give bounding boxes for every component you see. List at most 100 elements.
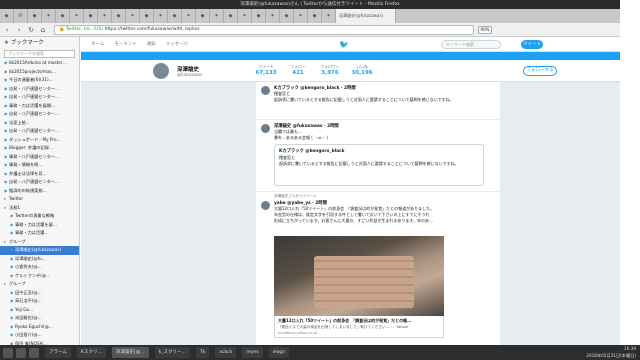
bookmark-item[interactable]: ◆ 小倉秀夫(@… <box>0 263 79 272</box>
tab-icon[interactable]: ✦ <box>238 9 252 23</box>
taskbar-item[interactable]: xlogo <box>268 347 289 358</box>
bookmark-item[interactable]: ◆ 臨濟的の純規実務… <box>0 187 79 196</box>
bookmark-item[interactable]: ◆ ゲルトフンデ(@… <box>0 272 79 281</box>
tab-icon[interactable]: ◆ <box>56 9 70 23</box>
tab-icon[interactable]: ✦ <box>126 9 140 23</box>
zoom-level[interactable]: 90% <box>478 25 492 34</box>
bookmark-item[interactable]: ◆ Ryoko Eguchi(@… <box>0 323 79 332</box>
stat-following[interactable]: フォロー 411 <box>283 64 313 76</box>
tab-icon[interactable]: ◆ <box>280 9 294 23</box>
bookmark-item[interactable]: ◆ 田中正吾(@… <box>0 289 79 298</box>
bookmark-item[interactable]: ◆ 米田雅也(@… <box>0 314 79 323</box>
link-card[interactable]: 大量12口入れ『50ツイート』の前身会 「調査況は的が発覚」だとの報… 「発送ミ… <box>274 316 444 338</box>
bookmark-item[interactable]: ◆ ダッシュボード - My Pro… <box>0 136 79 145</box>
app-icon[interactable] <box>29 347 39 358</box>
bookmark-item[interactable]: ◆ Twitterの漁業な戦略 <box>0 212 79 221</box>
stat-followers[interactable]: フォロワー 3,976 <box>315 64 345 76</box>
tab-icon[interactable]: ◆ <box>28 9 42 23</box>
bookmark-item[interactable]: ◆ 深澤諭史(@fu… <box>0 255 79 264</box>
tab-icon[interactable]: ◆ <box>112 9 126 23</box>
bookmark-item[interactable]: ◆ 小田島介(@… <box>0 331 79 340</box>
bookmark-item[interactable]: ◆ 法案上統… <box>0 119 79 128</box>
taskbar-item[interactable]: reyes <box>242 347 263 358</box>
clock[interactable]: 16:39 2018年05月31日(木曜日) <box>586 345 636 360</box>
bookmark-folder[interactable]: ▸ グループ <box>0 280 79 289</box>
tab-icon[interactable]: ◆ <box>224 9 238 23</box>
tab-icon[interactable]: ✉ <box>14 9 28 23</box>
bookmark-item[interactable]: ◆ kb2015projects/mas… <box>0 68 79 77</box>
avatar[interactable] <box>261 201 270 210</box>
avatar[interactable] <box>261 124 270 133</box>
bookmark-item[interactable]: ◆ 高石浩平(@… <box>0 297 79 306</box>
tab-icon[interactable]: ✦ <box>322 9 336 23</box>
taskbar-item[interactable]: k_スクリー… <box>154 347 190 358</box>
tab-icon[interactable]: ✦ <box>154 9 168 23</box>
quoted-tweet[interactable]: Kカブラック @kengoro_black 捜査官と 起訴状に書いているとする報… <box>274 144 484 186</box>
bookmark-folder[interactable]: ▸ グループ <box>0 238 79 247</box>
bookmark-folder[interactable]: ▸ 法務1 <box>0 204 79 213</box>
tab-icon[interactable]: ◆ <box>168 9 182 23</box>
forward-icon[interactable]: › <box>14 25 24 35</box>
tab-icon[interactable]: ✦ <box>70 9 84 23</box>
nav-home[interactable]: ホーム <box>91 41 104 47</box>
stat-likes[interactable]: いいね 30,196 <box>347 64 377 76</box>
bookmark-item[interactable]: ◆ Yoji Go… <box>0 306 79 315</box>
bookmark-item[interactable]: ◆ 事務・情報を問… <box>0 161 79 170</box>
bookmark-folder[interactable]: ▸ Twitter <box>0 195 79 204</box>
follow-button[interactable]: フォローする <box>523 66 557 76</box>
app-icon[interactable] <box>16 347 26 358</box>
tab-icon[interactable]: ✦ <box>266 9 280 23</box>
bookmark-item[interactable]: ◆ 今日の連載者(6)(31)… <box>0 76 79 85</box>
start-menu-icon[interactable] <box>3 347 13 358</box>
back-icon[interactable]: ‹ <box>2 25 12 35</box>
home-icon[interactable]: ⌂ <box>38 25 48 35</box>
taskbar-item[interactable]: アラーム <box>45 347 71 358</box>
bookmark-item[interactable]: ◆ 自発・八戸連盟センター… <box>0 93 79 102</box>
bookmark-item[interactable]: ◆ 事務・力は活躍を展開… <box>0 102 79 111</box>
bookmark-search-input[interactable]: ブックマークを検索 <box>4 50 75 58</box>
tab-icon[interactable]: ◆ <box>308 9 322 23</box>
avatar[interactable] <box>153 63 169 79</box>
tab-icon[interactable]: ◆ <box>252 9 266 23</box>
bookmark-item[interactable]: ◆ 事務・力は活躍を展… <box>0 221 79 230</box>
twitter-bird-icon[interactable]: 🐦 <box>339 40 349 49</box>
tweet-button[interactable]: ツイート <box>521 40 543 49</box>
bookmark-item[interactable]: ◆ 自発・八戸連盟センター… <box>0 85 79 94</box>
bookmark-item[interactable]: ◆ 事務・八戸連盟センター… <box>0 153 79 162</box>
taskbar-item[interactable]: Tk <box>195 347 210 358</box>
tweet[interactable]: 深澤諭史さんがリツイート yabe @yabe_ys · 2時間 大量12口入れ… <box>256 192 500 345</box>
tab-active[interactable]: 深澤諭史(@fukazawas) <box>336 9 396 23</box>
tab-icon[interactable]: ✦ <box>182 9 196 23</box>
bookmark-label: ダッシュボード - My Pro… <box>9 136 61 142</box>
nav-messages[interactable]: メッセージ <box>166 41 188 47</box>
stat-tweets[interactable]: ツイート 67,133 <box>251 64 281 76</box>
tab-icon[interactable]: ✦ <box>98 9 112 23</box>
bookmark-item[interactable]: ◆ 自発・八戸連盟センター… <box>0 178 79 187</box>
tweet-image[interactable] <box>274 236 444 316</box>
tab-icon[interactable]: ◆ <box>0 9 14 23</box>
tab-icon[interactable]: ✦ <box>294 9 308 23</box>
avatar[interactable] <box>261 86 270 95</box>
taskbar-item[interactable]: Kスクリ… <box>76 347 106 358</box>
tab-icon[interactable]: ◆ <box>140 9 154 23</box>
reload-icon[interactable]: ↻ <box>26 25 36 35</box>
tab-icon[interactable]: ◆ <box>196 9 210 23</box>
url-bar[interactable]: 🔒 Twitter, Inc. (US) https://twitter.com… <box>54 24 474 35</box>
nav-moments[interactable]: モーメント <box>114 41 136 47</box>
nav-notifications[interactable]: 通知 <box>147 41 156 47</box>
tab-icon[interactable]: ✦ <box>42 9 56 23</box>
tab-icon[interactable]: ◆ <box>84 9 98 23</box>
twitter-search-input[interactable]: キーワード検索 <box>441 40 501 49</box>
taskbar-item[interactable]: xcbck <box>215 347 237 358</box>
tweet[interactable]: Kカブラック @kengoro_black · 2時間 捜査官と 起訴状に書いて… <box>256 82 500 120</box>
bookmark-item[interactable]: ◆ 自発・八戸連盟センター… <box>0 127 79 136</box>
bookmark-item[interactable]: ◆ kb2015Arduino at master… <box>0 59 79 68</box>
taskbar-item[interactable]: 深澤諭史(@… <box>111 347 149 358</box>
bookmark-item[interactable]: ◆ 事務・力は活躍… <box>0 229 79 238</box>
bookmark-item[interactable]: ◆ 深澤諭史(@fukazawas) <box>0 246 79 255</box>
bookmark-item[interactable]: ◆ 弁護士は法律を見… <box>0 170 79 179</box>
bookmark-item[interactable]: ◆ 自発・八戸連盟センター… <box>0 110 79 119</box>
tweet[interactable]: 深澤諭史 @fukazawas · 2時間 当職では最も… 愚を…あるある会報 … <box>256 120 500 192</box>
tab-icon[interactable]: ✦ <box>210 9 224 23</box>
bookmark-item[interactable]: ◆ Blogger: 弁護の記録… <box>0 144 79 153</box>
